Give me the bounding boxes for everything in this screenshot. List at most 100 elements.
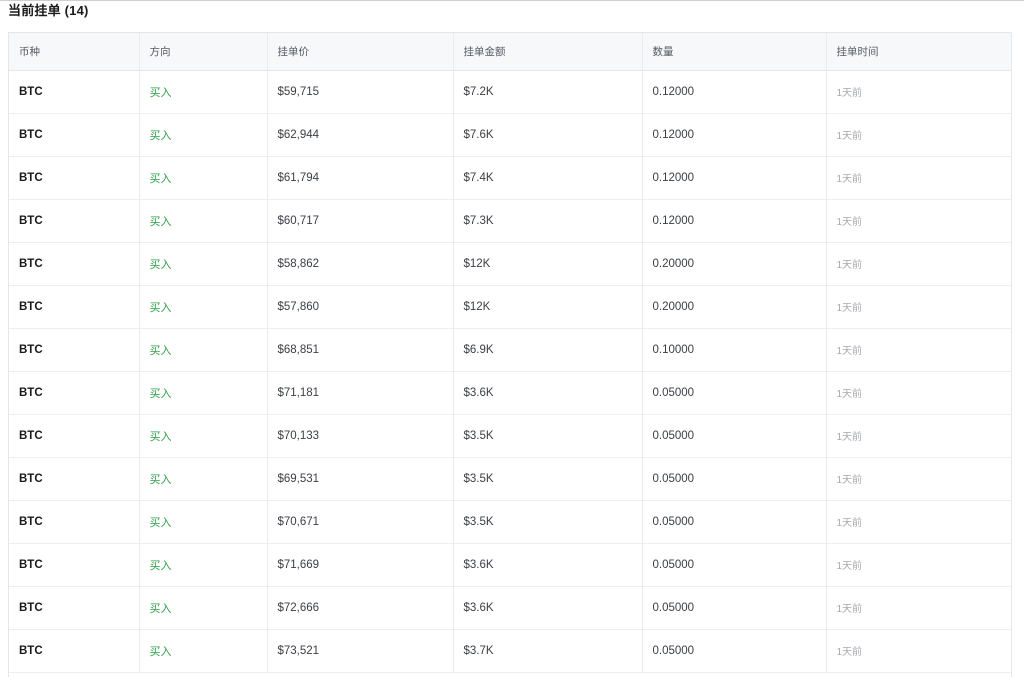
table-header-row: 币种 方向 挂单价 挂单金额 数量 挂单时间 [9,33,1011,71]
time-cell: 1天前 [826,586,1011,630]
price-cell: $68,851 [267,328,454,372]
coin-cell: BTC [9,500,140,544]
amount-cell: $3.5K [453,500,643,544]
amount-cell: $7.3K [453,199,643,243]
price-cell: $71,181 [267,371,454,415]
table-row[interactable]: BTC 买入 $72,666 $3.6K 0.05000 1天前 [9,586,1011,630]
coin-cell: BTC [9,457,140,501]
quantity-cell: 0.12000 [642,199,827,243]
price-cell: $70,671 [267,500,454,544]
table-row[interactable]: BTC 买入 $60,717 $7.3K 0.12000 1天前 [9,199,1011,243]
time-cell: 1天前 [826,285,1011,329]
table-row[interactable]: BTC 买入 $70,671 $3.5K 0.05000 1天前 [9,500,1011,544]
amount-cell: $6.9K [453,328,643,372]
amount-cell: $3.6K [453,586,643,630]
quantity-cell: 0.05000 [642,371,827,415]
coin-cell: BTC [9,543,140,587]
time-cell: 1天前 [826,70,1011,114]
side-cell: 买入 [139,371,268,415]
column-header-amount[interactable]: 挂单金额 [453,33,643,71]
open-orders-table: 币种 方向 挂单价 挂单金额 数量 挂单时间 BTC 买入 $59,715 $7.2K… [8,32,1012,677]
quantity-cell: 0.12000 [642,70,827,114]
coin-cell: BTC [9,156,140,200]
quantity-cell: 0.10000 [642,328,827,372]
price-cell: $71,669 [267,543,454,587]
quantity-cell: 0.05000 [642,629,827,673]
top-divider [0,0,1024,1]
table-row[interactable]: BTC 买入 $58,862 $12K 0.20000 1天前 [9,242,1011,286]
quantity-cell: 0.20000 [642,242,827,286]
coin-cell: BTC [9,586,140,630]
side-cell: 买入 [139,242,268,286]
amount-cell: $3.5K [453,457,643,501]
table-row[interactable]: BTC 买入 $71,669 $3.6K 0.05000 1天前 [9,543,1011,587]
table-row[interactable]: BTC 买入 $69,531 $3.5K 0.05000 1天前 [9,457,1011,501]
time-cell: 1天前 [826,500,1011,544]
amount-cell: $3.6K [453,543,643,587]
price-cell: $69,531 [267,457,454,501]
price-cell: $59,715 [267,70,454,114]
column-header-price[interactable]: 挂单价 [267,33,454,71]
coin-cell: BTC [9,199,140,243]
amount-cell: $3.7K [453,629,643,673]
table-row[interactable]: BTC 买入 $70,133 $3.5K 0.05000 1天前 [9,414,1011,458]
section-title: 当前挂单 (14) [8,3,89,18]
quantity-cell: 0.05000 [642,414,827,458]
time-cell: 1天前 [826,629,1011,673]
side-cell: 买入 [139,285,268,329]
coin-cell: BTC [9,113,140,157]
table-row[interactable]: BTC 买入 $71,181 $3.6K 0.05000 1天前 [9,371,1011,415]
time-cell: 1天前 [826,543,1011,587]
table-row[interactable]: BTC 买入 $61,794 $7.4K 0.12000 1天前 [9,156,1011,200]
table-body: BTC 买入 $59,715 $7.2K 0.12000 1天前 BTC 买入 $62,944 $… [9,70,1011,673]
price-cell: $70,133 [267,414,454,458]
side-cell: 买入 [139,414,268,458]
time-cell: 1天前 [826,371,1011,415]
quantity-cell: 0.05000 [642,500,827,544]
side-cell: 买入 [139,70,268,114]
time-cell: 1天前 [826,457,1011,501]
price-cell: $57,860 [267,285,454,329]
price-cell: $58,862 [267,242,454,286]
side-cell: 买入 [139,500,268,544]
price-cell: $61,794 [267,156,454,200]
time-cell: 1天前 [826,199,1011,243]
price-cell: $62,944 [267,113,454,157]
coin-cell: BTC [9,70,140,114]
side-cell: 买入 [139,156,268,200]
column-header-quantity[interactable]: 数量 [642,33,827,71]
amount-cell: $3.5K [453,414,643,458]
price-cell: $72,666 [267,586,454,630]
coin-cell: BTC [9,242,140,286]
amount-cell: $12K [453,242,643,286]
side-cell: 买入 [139,543,268,587]
side-cell: 买入 [139,113,268,157]
amount-cell: $7.6K [453,113,643,157]
coin-cell: BTC [9,285,140,329]
time-cell: 1天前 [826,113,1011,157]
time-cell: 1天前 [826,328,1011,372]
side-cell: 买入 [139,629,268,673]
amount-cell: $12K [453,285,643,329]
quantity-cell: 0.05000 [642,457,827,501]
coin-cell: BTC [9,414,140,458]
table-row[interactable]: BTC 买入 $73,521 $3.7K 0.05000 1天前 [9,629,1011,673]
column-header-side[interactable]: 方向 [139,33,268,71]
column-header-time[interactable]: 挂单时间 [826,33,1011,71]
quantity-cell: 0.05000 [642,586,827,630]
quantity-cell: 0.12000 [642,113,827,157]
table-row[interactable]: BTC 买入 $59,715 $7.2K 0.12000 1天前 [9,70,1011,114]
amount-cell: $3.6K [453,371,643,415]
side-cell: 买入 [139,199,268,243]
side-cell: 买入 [139,457,268,501]
table-row[interactable]: BTC 买入 $62,944 $7.6K 0.12000 1天前 [9,113,1011,157]
time-cell: 1天前 [826,156,1011,200]
table-row[interactable]: BTC 买入 $68,851 $6.9K 0.10000 1天前 [9,328,1011,372]
time-cell: 1天前 [826,242,1011,286]
quantity-cell: 0.20000 [642,285,827,329]
table-row[interactable]: BTC 买入 $57,860 $12K 0.20000 1天前 [9,285,1011,329]
side-cell: 买入 [139,328,268,372]
amount-cell: $7.2K [453,70,643,114]
column-header-coin[interactable]: 币种 [9,33,140,71]
time-cell: 1天前 [826,414,1011,458]
